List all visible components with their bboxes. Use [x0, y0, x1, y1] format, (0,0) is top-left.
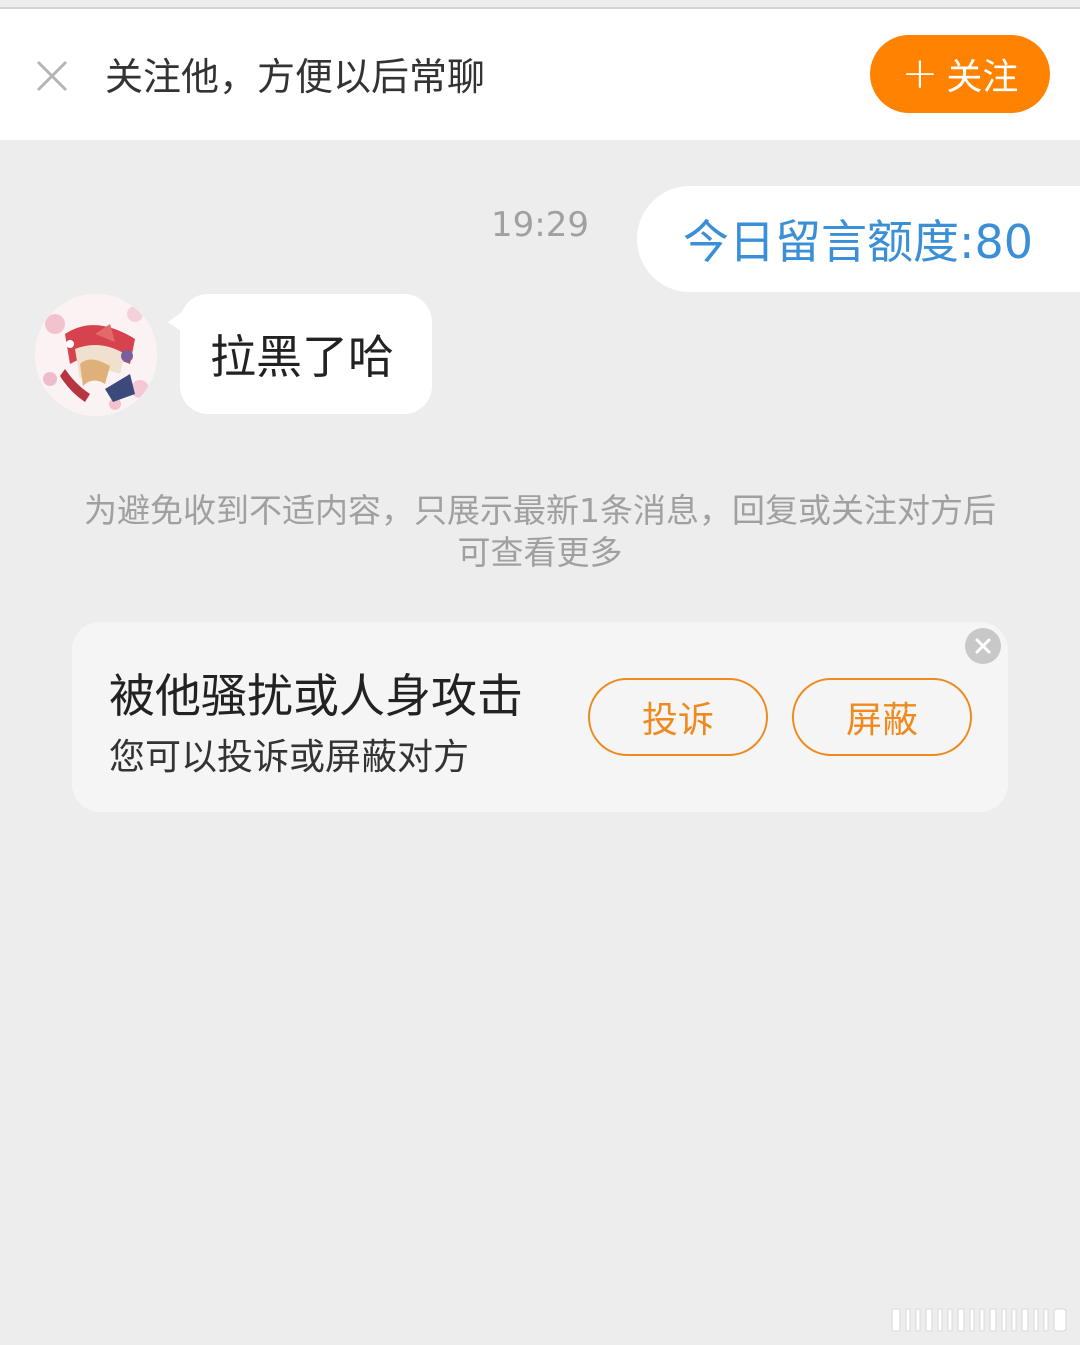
- outgoing-message-bubble[interactable]: 今日留言额度:80: [637, 186, 1080, 292]
- close-circle-icon[interactable]: [965, 628, 1001, 664]
- report-button[interactable]: 投诉: [588, 678, 768, 756]
- avatar[interactable]: [35, 294, 157, 416]
- limited-messages-notice: 为避免收到不适内容，只展示最新1条消息，回复或关注对方后可查看更多: [84, 491, 996, 572]
- incoming-message-bubble[interactable]: 拉黑了哈: [180, 294, 432, 414]
- harassment-report-card: 被他骚扰或人身攻击 您可以投诉或屏蔽对方 投诉 屏蔽: [72, 622, 1008, 812]
- status-divider: [0, 0, 1080, 9]
- close-icon[interactable]: [30, 54, 74, 98]
- block-button[interactable]: 屏蔽: [792, 678, 972, 756]
- watermark-logo: [890, 1305, 1070, 1335]
- follow-button-label: 关注: [946, 57, 1019, 98]
- follow-button[interactable]: + 关注: [870, 35, 1050, 113]
- report-card-title: 被他骚扰或人身攻击: [109, 669, 523, 723]
- follow-prompt-text: 关注他，方便以后常聊: [105, 55, 486, 99]
- follow-prompt-bar: 关注他，方便以后常聊 + 关注: [0, 9, 1080, 140]
- message-timestamp: 19:29: [491, 205, 589, 245]
- plus-icon: +: [901, 48, 939, 99]
- report-card-subtitle: 您可以投诉或屏蔽对方: [109, 737, 470, 778]
